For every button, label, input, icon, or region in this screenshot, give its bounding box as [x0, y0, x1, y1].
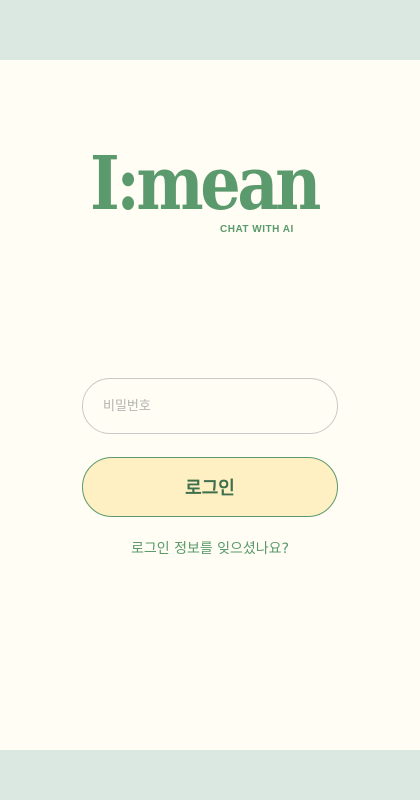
forgot-login-link[interactable]: 로그인 정보를 잊으셨나요? — [0, 538, 420, 558]
logo-wordmark: I:mean — [90, 141, 321, 227]
brand-logo: I:mean CHAT WITH AI — [90, 144, 336, 240]
password-input[interactable] — [82, 378, 338, 434]
logo-tagline: CHAT WITH AI — [220, 224, 294, 235]
login-button[interactable]: 로그인 — [82, 457, 338, 517]
top-frame-band — [0, 0, 420, 60]
bottom-frame-band — [0, 750, 420, 800]
login-screen: I:mean CHAT WITH AI 로그인 로그인 정보를 잊으셨나요? — [0, 60, 420, 750]
